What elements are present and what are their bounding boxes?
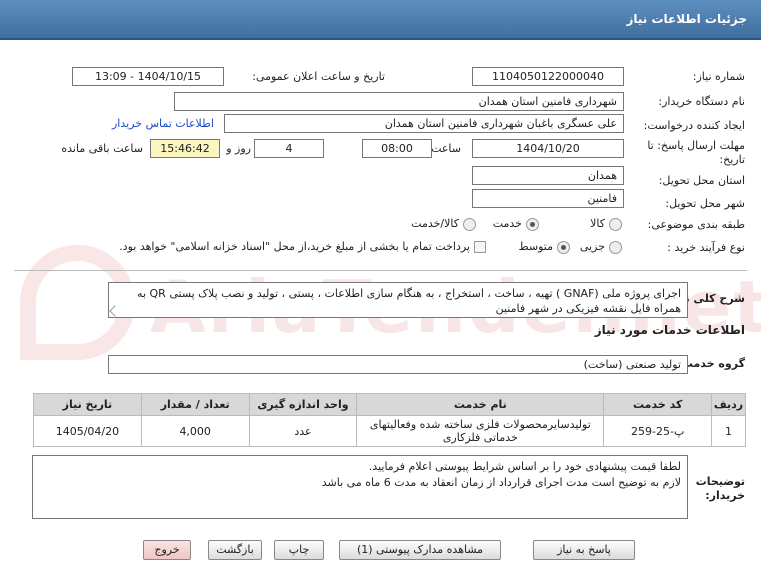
process-option-minor[interactable]: جزیی xyxy=(580,240,622,254)
requester-label: ایجاد کننده درخواست: xyxy=(643,119,745,132)
deadline-date-field: 1404/10/20 xyxy=(472,139,624,158)
view-attachments-button[interactable]: مشاهده مدارک پیوستی (1) xyxy=(339,540,501,560)
services-section-title: اطلاعات خدمات مورد نیاز xyxy=(594,323,745,337)
province-label: استان محل تحویل: xyxy=(658,174,745,187)
cell-row: 1 xyxy=(711,415,746,447)
resize-grip-icon[interactable] xyxy=(109,305,121,317)
process-label: نوع فرآیند خرید : xyxy=(667,241,745,254)
category-service-radio[interactable] xyxy=(526,217,539,231)
col-code: کد خدمت xyxy=(603,393,713,416)
notes-line-1: لطفا قیمت پیشنهادی خود را بر اساس شرایط … xyxy=(368,460,681,473)
cell-date: 1405/04/20 xyxy=(33,415,142,447)
service-group-field: تولید صنعتی (ساخت) xyxy=(108,355,688,374)
buyer-org-label: نام دستگاه خریدار: xyxy=(658,95,745,108)
category-option-service[interactable]: خدمت xyxy=(493,217,539,231)
table-row: 1 پ-25-259 تولیدسایرمحصولات فلزی ساخته ش… xyxy=(33,415,746,447)
col-qty: تعداد / مقدار xyxy=(140,393,250,416)
notes-label-buyer: خریدار: xyxy=(705,489,745,502)
deadline-label-date: تاریخ: xyxy=(719,153,745,166)
description-textarea[interactable]: اجرای پروژه ملی (GNAF ) تهیه ، ساخت ، اس… xyxy=(108,282,688,318)
process-minor-radio[interactable] xyxy=(609,240,622,254)
col-name: نام خدمت xyxy=(356,393,605,416)
deadline-time-label: ساعت xyxy=(431,142,461,155)
deadline-label: مهلت ارسال پاسخ: تا xyxy=(647,139,745,152)
notes-line-2: لازم به توضیح است مدت اجرای قرارداد از ز… xyxy=(321,476,681,489)
category-label: طبقه بندی موضوعی: xyxy=(647,218,745,231)
category-goods-radio[interactable] xyxy=(609,217,622,231)
deadline-time-field: 08:00 xyxy=(362,139,432,158)
notes-textarea[interactable]: لطفا قیمت پیشنهادی خود را بر اساس شرایط … xyxy=(32,455,688,519)
need-number-field: 1104050122000040 xyxy=(472,67,624,86)
section-divider xyxy=(14,270,747,271)
province-field: همدان xyxy=(472,166,624,185)
notes-label: توضیحات xyxy=(695,475,745,488)
reply-button[interactable]: پاسخ به نیاز xyxy=(533,540,635,560)
category-option-goods-service[interactable]: کالا/خدمت xyxy=(411,217,476,231)
back-button[interactable]: بازگشت xyxy=(208,540,262,560)
page-header: جزئیات اطلاعات نیاز xyxy=(0,0,761,40)
process-option-medium[interactable]: متوسط xyxy=(518,240,570,254)
announce-date-label: تاریخ و ساعت اعلان عمومی: xyxy=(252,70,385,83)
city-label: شهر محل تحویل: xyxy=(665,197,745,210)
treasury-payment-checkbox[interactable] xyxy=(474,241,486,253)
table-header-row: ردیف کد خدمت نام خدمت واحد اندازه گیری ت… xyxy=(33,393,746,416)
col-row: ردیف xyxy=(711,393,746,416)
need-number-label: شماره نیاز: xyxy=(692,70,745,83)
cell-code: پ-25-259 xyxy=(603,415,713,447)
description-text: اجرای پروژه ملی (GNAF ) تهیه ، ساخت ، اس… xyxy=(137,287,681,315)
exit-button[interactable]: خروج xyxy=(143,540,191,560)
col-unit: واحد اندازه گیری xyxy=(248,393,358,416)
cell-unit: عدد xyxy=(248,415,358,447)
print-button[interactable]: چاپ xyxy=(274,540,324,560)
announce-date-field: 1404/10/15 - 13:09 xyxy=(72,67,224,86)
category-option-goods[interactable]: کالا xyxy=(590,217,622,231)
remaining-time-field: 15:46:42 xyxy=(150,139,220,158)
cell-qty: 4,000 xyxy=(140,415,250,447)
col-date: تاریخ نیاز xyxy=(33,393,142,416)
days-label: روز و xyxy=(226,142,251,155)
category-goods-service-radio[interactable] xyxy=(463,217,476,231)
cell-name: تولیدسایرمحصولات فلزی ساخته شده وفعالیته… xyxy=(356,415,605,447)
process-medium-radio[interactable] xyxy=(557,240,570,254)
buyer-org-field: شهرداری فامنین استان همدان xyxy=(174,92,624,111)
remaining-time-label: ساعت باقی مانده xyxy=(61,142,143,155)
services-table: ردیف کد خدمت نام خدمت واحد اندازه گیری ت… xyxy=(33,393,746,447)
city-field: فامنین xyxy=(472,189,624,208)
days-remaining-field: 4 xyxy=(254,139,324,158)
buyer-contact-link[interactable]: اطلاعات تماس خریدار xyxy=(112,117,214,130)
page-title: جزئیات اطلاعات نیاز xyxy=(626,12,747,26)
requester-field: علی عسگری باغبان شهرداری فامنین استان هم… xyxy=(224,114,624,133)
treasury-payment-option[interactable]: پرداخت تمام یا بخشی از مبلغ خرید،از محل … xyxy=(119,240,486,253)
